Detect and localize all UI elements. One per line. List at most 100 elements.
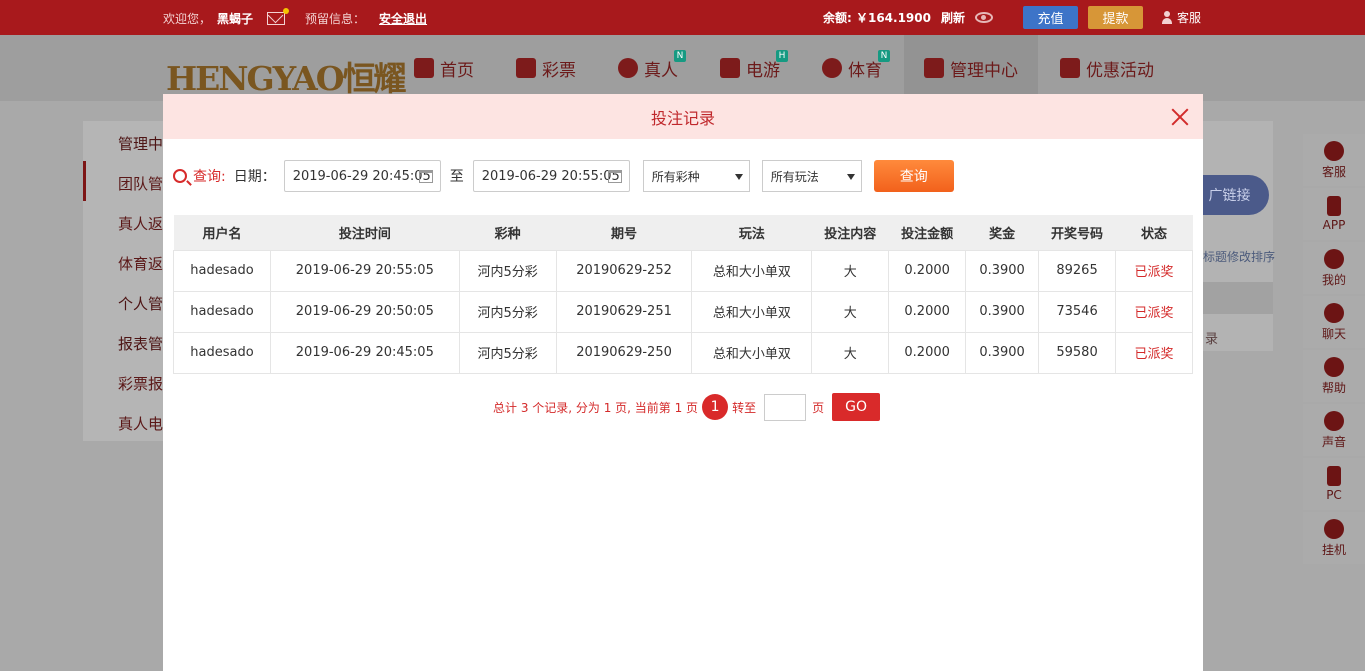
cell-lottery: 河内5分彩 <box>459 249 557 291</box>
sidebar-item-lottery-report[interactable]: 彩票报 <box>118 373 163 394</box>
gift-icon <box>1060 58 1080 78</box>
nav-sports[interactable]: 体育 N <box>822 35 902 101</box>
tool-pc-label: PC <box>1326 488 1342 502</box>
cell-status: 已派奖 <box>1115 249 1193 291</box>
cell-content: 大 <box>811 331 890 374</box>
nav-management[interactable]: 管理中心 <box>904 35 1038 101</box>
nav-home[interactable]: 首页 <box>414 35 494 101</box>
pagination-summary: 总计 3 个记录, 分为 1 页, 当前第 1 页 <box>493 400 699 415</box>
nav-slots-label: 电游 <box>746 60 780 81</box>
cell-bet-time: 2019-06-29 20:55:05 <box>270 249 460 291</box>
table-row[interactable]: hadesado 2019-06-29 20:50:05 河内5分彩 20190… <box>173 290 1193 332</box>
nav-slots[interactable]: 电游 H <box>720 35 800 101</box>
cell-lottery: 河内5分彩 <box>459 290 557 332</box>
nav-home-label: 首页 <box>440 60 474 81</box>
play-select[interactable]: 所有玩法 <box>761 160 862 192</box>
tool-hangup-label: 挂机 <box>1321 542 1346 557</box>
sidebar-item-team[interactable]: 团队管 <box>118 173 163 194</box>
home-icon <box>414 58 434 78</box>
page-unit-label: 页 <box>812 400 825 415</box>
date-from-input[interactable]: 2019-06-29 20:45:05 <box>283 160 441 192</box>
logo[interactable]: HENGYAO恒耀 <box>166 52 406 100</box>
cell-play: 总和大小单双 <box>691 249 813 291</box>
welcome-text: 欢迎您， <box>163 12 212 26</box>
cell-status: 已派奖 <box>1115 331 1193 374</box>
slot-machine-icon <box>720 58 740 78</box>
monitor-icon <box>1327 466 1341 486</box>
date-from-value: 2019-06-29 20:45:05 <box>292 168 431 184</box>
tool-service[interactable]: 客服 <box>1303 134 1365 186</box>
sidebar-group-management[interactable]: 管理中 <box>118 133 163 154</box>
modal-title: 投注记录 <box>650 108 715 128</box>
calendar-icon[interactable] <box>607 170 622 183</box>
sidebar-group-reports[interactable]: 报表管 <box>118 333 163 354</box>
to-label: 至 <box>449 169 464 185</box>
cell-username: hadesado <box>173 290 271 332</box>
sidebar-item-sports-rebate[interactable]: 体育返 <box>118 253 163 274</box>
content-panel <box>1195 121 1273 351</box>
close-icon[interactable] <box>1171 108 1189 126</box>
withdraw-button[interactable]: 提款 <box>1088 6 1143 29</box>
hot-badge: H <box>776 50 788 62</box>
tool-pc[interactable]: PC <box>1303 458 1365 510</box>
help-icon <box>1324 356 1344 377</box>
new-badge: N <box>878 50 890 62</box>
col-username: 用户名 <box>173 215 271 250</box>
customer-service-link[interactable]: 客服 <box>1161 9 1201 26</box>
cell-status: 已派奖 <box>1115 290 1193 332</box>
query-button[interactable]: 查询 <box>873 160 954 192</box>
balance-text: 余额: ￥164.1900 <box>823 11 931 25</box>
goto-page-input[interactable] <box>764 393 807 421</box>
current-page-button[interactable]: 1 <box>702 394 729 420</box>
record-link[interactable]: 录 <box>1205 328 1218 347</box>
nav-promotions-label: 优惠活动 <box>1086 60 1154 81</box>
goto-label: 转至 <box>732 400 757 415</box>
cell-issue: 20190629-251 <box>556 290 693 332</box>
floating-toolbar: 客服 APP 我的 聊天 帮助 声音 PC 挂机 <box>1303 134 1365 566</box>
mail-icon[interactable] <box>267 8 290 25</box>
sidebar-active-indicator <box>83 161 86 201</box>
lottery-select[interactable]: 所有彩种 <box>642 160 750 192</box>
nav-live-label: 真人 <box>644 60 678 81</box>
nav-lottery[interactable]: 彩票 <box>516 35 596 101</box>
tool-chat[interactable]: 聊天 <box>1303 296 1365 348</box>
sidebar-group-personal[interactable]: 个人管 <box>118 293 163 314</box>
eye-icon[interactable] <box>975 12 993 23</box>
cell-username: hadesado <box>173 249 271 291</box>
phone-icon <box>1327 196 1341 216</box>
table-row[interactable]: hadesado 2019-06-29 20:55:05 河内5分彩 20190… <box>173 249 1193 291</box>
nav-items: 首页 彩票 真人 N 电游 H 体育 N 管理中心 优惠活动 <box>414 35 1196 101</box>
tool-sound[interactable]: 声音 <box>1303 404 1365 456</box>
nav-management-label: 管理中心 <box>950 60 1018 81</box>
tool-mine[interactable]: 我的 <box>1303 242 1365 294</box>
cell-bonus: 0.3900 <box>965 331 1040 374</box>
tool-hangup[interactable]: 挂机 <box>1303 512 1365 564</box>
tool-help[interactable]: 帮助 <box>1303 350 1365 402</box>
go-button[interactable]: GO <box>832 393 881 421</box>
notification-dot <box>283 8 290 14</box>
cell-bonus: 0.3900 <box>965 249 1040 291</box>
content-row <box>1195 282 1273 314</box>
nav-live[interactable]: 真人 N <box>618 35 698 101</box>
username: 黑蝎子 <box>217 12 254 26</box>
cell-draw-number: 73546 <box>1038 290 1117 332</box>
nav-promotions[interactable]: 优惠活动 <box>1060 35 1174 101</box>
table-row[interactable]: hadesado 2019-06-29 20:45:05 河内5分彩 20190… <box>173 331 1193 374</box>
cell-play: 总和大小单双 <box>691 331 813 374</box>
tool-app[interactable]: APP <box>1303 188 1365 240</box>
col-bet-time: 投注时间 <box>270 215 460 250</box>
date-to-input[interactable]: 2019-06-29 20:55:05 <box>472 160 630 192</box>
bag-icon <box>1324 518 1344 539</box>
logout-link[interactable]: 安全退出 <box>379 10 427 27</box>
table-header-row: 用户名 投注时间 彩种 期号 玩法 投注内容 投注金额 奖金 开奖号码 状态 <box>173 215 1193 250</box>
speaker-icon <box>1324 410 1344 431</box>
calendar-icon[interactable] <box>418 170 433 183</box>
tool-help-label: 帮助 <box>1321 380 1346 395</box>
tool-mine-label: 我的 <box>1321 272 1346 287</box>
sidebar-item-live-report[interactable]: 真人电 <box>118 413 163 434</box>
recharge-button[interactable]: 充值 <box>1023 6 1078 29</box>
refresh-link[interactable]: 刷新 <box>941 9 965 26</box>
col-content: 投注内容 <box>811 215 889 250</box>
sidebar-item-live-rebate[interactable]: 真人返 <box>118 213 163 234</box>
reserved-info-label: 预留信息： <box>305 12 366 26</box>
